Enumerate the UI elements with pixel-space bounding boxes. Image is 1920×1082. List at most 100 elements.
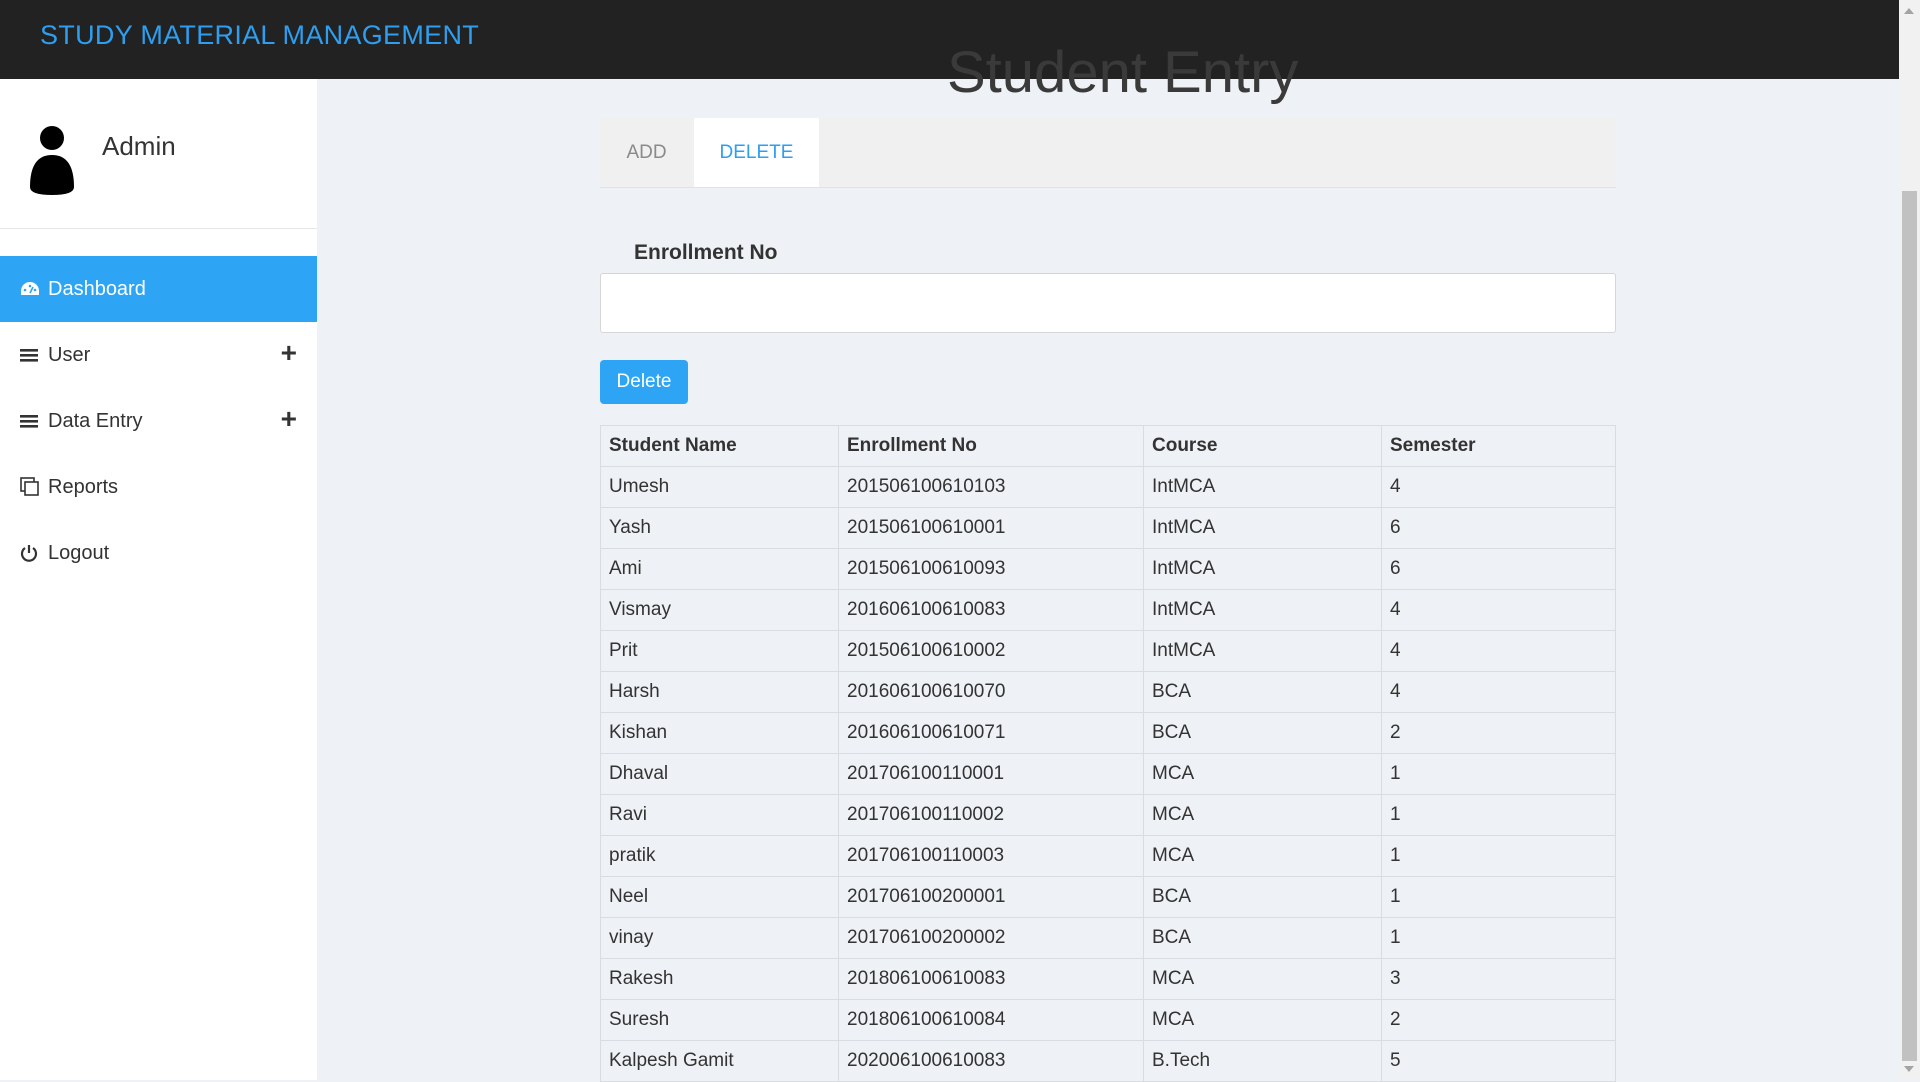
table-row: Suresh 201806100610084 MCA 2 xyxy=(600,999,1616,1041)
table-cell: MCA xyxy=(1143,999,1382,1041)
table-row: Rakesh 201806100610083 MCA 3 xyxy=(600,958,1616,1000)
table-cell: 1 xyxy=(1381,835,1616,877)
table-cell: Suresh xyxy=(600,999,839,1041)
menu-icon xyxy=(20,347,42,363)
table-cell: 4 xyxy=(1381,466,1616,508)
table-cell: 201706100200002 xyxy=(838,917,1144,959)
table-cell: 201606100610070 xyxy=(838,671,1144,713)
page-title: Student Entry xyxy=(947,40,1299,105)
table-cell: 201506100610002 xyxy=(838,630,1144,672)
table-cell: Ravi xyxy=(600,794,839,836)
table-cell: IntMCA xyxy=(1143,548,1382,590)
table-cell: B.Tech xyxy=(1143,1040,1382,1082)
enrollment-label: Enrollment No xyxy=(634,241,778,264)
table-cell: 6 xyxy=(1381,548,1616,590)
sidebar-item-label: Logout xyxy=(48,541,110,564)
table-row: pratik 201706100110003 MCA 1 xyxy=(600,835,1616,877)
power-icon xyxy=(20,544,42,562)
table-cell: Harsh xyxy=(600,671,839,713)
column-header: Enrollment No xyxy=(838,425,1144,467)
table-row: Umesh 201506100610103 IntMCA 4 xyxy=(600,466,1616,508)
table-cell: 1 xyxy=(1381,876,1616,918)
table-cell: 4 xyxy=(1381,630,1616,672)
table-cell: Kalpesh Gamit xyxy=(600,1040,839,1082)
profile-panel: Admin xyxy=(0,79,317,229)
sidebar-item-reports[interactable]: Reports xyxy=(0,454,317,520)
table-cell: IntMCA xyxy=(1143,630,1382,672)
sidebar-item-user[interactable]: User + xyxy=(0,322,317,388)
table-cell: 201706100110003 xyxy=(838,835,1144,877)
scrollbar[interactable] xyxy=(1899,0,1920,1080)
table-row: Kalpesh Gamit 202006100610083 B.Tech 5 xyxy=(600,1040,1616,1082)
table-body: Umesh 201506100610103 IntMCA 4 Yash 201506100… xyxy=(600,466,1616,1082)
sidebar-item-logout[interactable]: Logout xyxy=(0,520,317,586)
enrollment-input[interactable] xyxy=(600,273,1616,333)
copy-icon xyxy=(20,477,42,497)
tab-bar: ADD DELETE xyxy=(600,118,1616,188)
table-cell: MCA xyxy=(1143,958,1382,1000)
table-cell: 201506100610093 xyxy=(838,548,1144,590)
app-title[interactable]: STUDY MATERIAL MANAGEMENT xyxy=(40,20,479,51)
sidebar-item-data-entry[interactable]: Data Entry + xyxy=(0,388,317,454)
table-row: Dhaval 201706100110001 MCA 1 xyxy=(600,753,1616,795)
tab-delete[interactable]: DELETE xyxy=(694,118,819,187)
sidebar-item-label: Dashboard xyxy=(48,277,146,300)
tab-add[interactable]: ADD xyxy=(600,118,693,187)
table-cell: 1 xyxy=(1381,917,1616,959)
table-row: Prit 201506100610002 IntMCA 4 xyxy=(600,630,1616,672)
scroll-thumb[interactable] xyxy=(1902,191,1917,1061)
table-header-row: Student Name Enrollment No Course Semest… xyxy=(600,425,1616,467)
table-cell: 201806100610083 xyxy=(838,958,1144,1000)
scroll-up-arrow-icon[interactable] xyxy=(1904,8,1914,14)
sidebar-item-dashboard[interactable]: Dashboard xyxy=(0,256,317,322)
table-row: vinay 201706100200002 BCA 1 xyxy=(600,917,1616,959)
plus-icon[interactable]: + xyxy=(281,339,297,367)
table-cell: MCA xyxy=(1143,753,1382,795)
user-avatar-icon xyxy=(30,126,74,195)
students-table: Student Name Enrollment No Course Semest… xyxy=(600,425,1616,1082)
table-cell: 201606100610083 xyxy=(838,589,1144,631)
table-cell: 6 xyxy=(1381,507,1616,549)
table-row: Ami 201506100610093 IntMCA 6 xyxy=(600,548,1616,590)
table-cell: 3 xyxy=(1381,958,1616,1000)
table-cell: Umesh xyxy=(600,466,839,508)
table-cell: 201606100610071 xyxy=(838,712,1144,754)
delete-button[interactable]: Delete xyxy=(600,360,688,404)
table-cell: Ami xyxy=(600,548,839,590)
table-cell: vinay xyxy=(600,917,839,959)
sidebar-item-label: User xyxy=(48,343,91,366)
table-cell: MCA xyxy=(1143,794,1382,836)
table-cell: Neel xyxy=(600,876,839,918)
table-cell: 201806100610084 xyxy=(838,999,1144,1041)
table-cell: 1 xyxy=(1381,753,1616,795)
table-cell: 202006100610083 xyxy=(838,1040,1144,1082)
table-row: Neel 201706100200001 BCA 1 xyxy=(600,876,1616,918)
column-header: Course xyxy=(1143,425,1382,467)
table-cell: 201706100110001 xyxy=(838,753,1144,795)
table-row: Ravi 201706100110002 MCA 1 xyxy=(600,794,1616,836)
table-row: Yash 201506100610001 IntMCA 6 xyxy=(600,507,1616,549)
table-cell: BCA xyxy=(1143,671,1382,713)
table-cell: IntMCA xyxy=(1143,466,1382,508)
table-cell: Rakesh xyxy=(600,958,839,1000)
table-cell: Yash xyxy=(600,507,839,549)
scroll-down-arrow-icon[interactable] xyxy=(1904,1066,1914,1072)
table-cell: 201506100610001 xyxy=(838,507,1144,549)
table-cell: Kishan xyxy=(600,712,839,754)
table-row: Kishan 201606100610071 BCA 2 xyxy=(600,712,1616,754)
table-cell: 201706100110002 xyxy=(838,794,1144,836)
table-row: Vismay 201606100610083 IntMCA 4 xyxy=(600,589,1616,631)
profile-name: Admin xyxy=(102,131,176,161)
menu-icon xyxy=(20,413,42,429)
table-cell: IntMCA xyxy=(1143,589,1382,631)
sidebar: Admin Dashboard User + Data Entry + Repo… xyxy=(0,79,317,1080)
table-cell: BCA xyxy=(1143,917,1382,959)
table-cell: 4 xyxy=(1381,589,1616,631)
sidebar-nav: Dashboard User + Data Entry + Reports Lo… xyxy=(0,256,317,586)
table-cell: 2 xyxy=(1381,999,1616,1041)
table-cell: Dhaval xyxy=(600,753,839,795)
table-cell: 4 xyxy=(1381,671,1616,713)
table-cell: Vismay xyxy=(600,589,839,631)
plus-icon[interactable]: + xyxy=(281,405,297,433)
column-header: Semester xyxy=(1381,425,1616,467)
